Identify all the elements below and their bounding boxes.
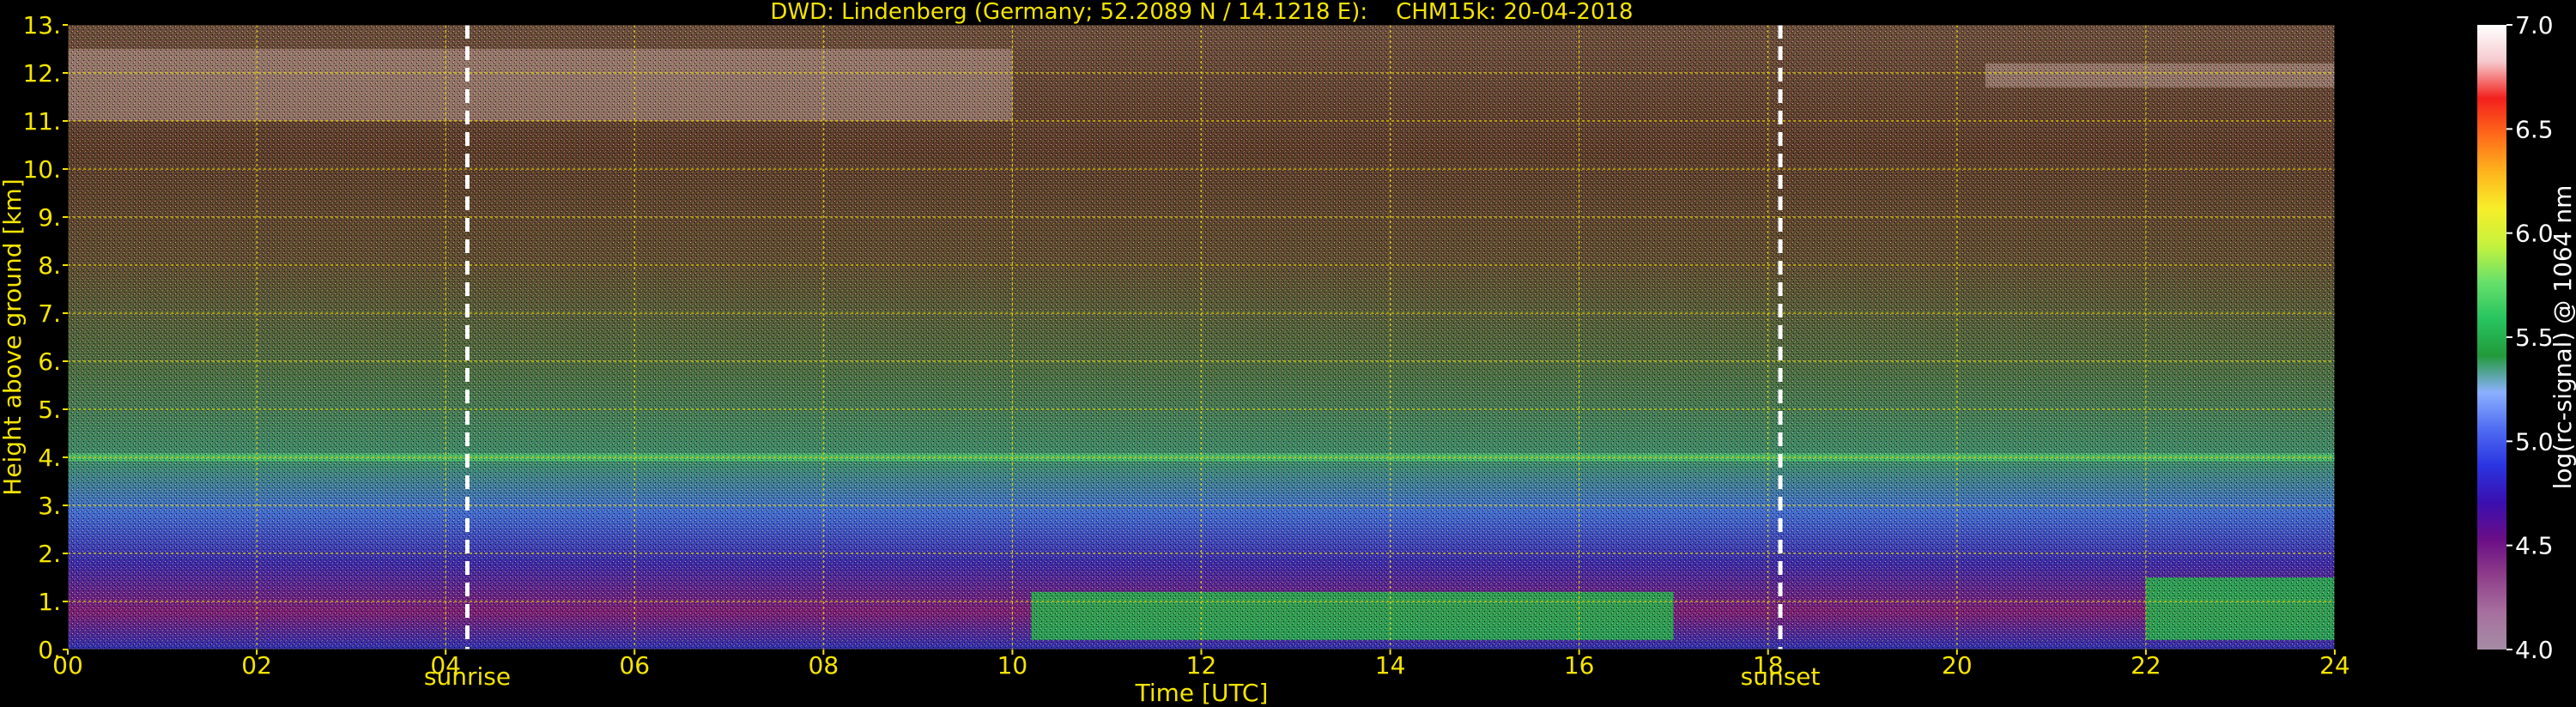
y-tick-label: 3. [38,492,61,520]
y-tick-label: 1. [38,588,61,616]
x-axis-label: Time [UTC] [1135,679,1269,707]
y-axis-label: Height above ground [km] [0,178,27,496]
colorbar-tick-label: 6.0 [2515,220,2554,248]
colorbar-tick-label: 5.0 [2515,427,2554,456]
x-tick-label: 14 [1375,651,1406,680]
x-tick-label: 24 [2319,651,2350,680]
colorbar-tick-label: 4.0 [2515,636,2554,664]
x-axis-ticks: 00 02 04 06 08 10 12 14 16 18 20 22 24 [52,650,2350,680]
x-tick-label: 02 [241,651,272,680]
x-tick-label: 06 [619,651,650,680]
y-tick-label: 8. [38,251,61,280]
colorbar-tick-label: 5.5 [2515,323,2554,352]
y-tick-label: 0. [38,636,61,664]
y-tick-label: 4. [38,444,61,472]
y-axis-ticks: 0. 1. 2. 3. 4. 5. 6. 7. 8. 9. 10. 11. 12. 13. [22,11,68,664]
x-tick-label: 20 [1942,651,1973,680]
colorbar-label: log(rc-signal) @ 1064 nm [2549,185,2576,490]
x-tick-label: 16 [1564,651,1595,680]
y-tick-label: 10. [22,155,61,184]
y-tick-label: 9. [38,203,61,232]
colorbar-tick-label: 4.5 [2515,532,2554,560]
chart-title: DWD: Lindenberg (Germany; 52.2089 N / 14… [770,0,1633,25]
x-tick-label: 08 [809,651,839,680]
colorbar [2477,25,2506,650]
x-tick-label: 10 [997,651,1028,680]
sunset-label: sunset [1741,662,1821,691]
colorbar-ticks: 4.0 4.5 5.0 5.5 6.0 6.5 7.0 [2506,11,2554,664]
y-tick-label: 7. [38,299,61,328]
y-tick-label: 13. [22,11,61,39]
x-tick-label: 12 [1186,651,1217,680]
y-tick-label: 6. [38,347,61,376]
y-tick-label: 2. [38,540,61,568]
x-tick-label: 22 [2131,651,2161,680]
ceilometer-chart: DWD: Lindenberg (Germany; 52.2089 N / 14… [0,0,2576,707]
y-tick-label: 5. [38,396,61,424]
sunrise-label: sunrise [424,662,511,691]
plot-area [68,25,2335,650]
colorbar-tick-label: 7.0 [2515,11,2554,39]
y-tick-label: 11. [22,107,61,136]
colorbar-tick-label: 6.5 [2515,115,2554,143]
y-tick-label: 12. [22,59,61,88]
